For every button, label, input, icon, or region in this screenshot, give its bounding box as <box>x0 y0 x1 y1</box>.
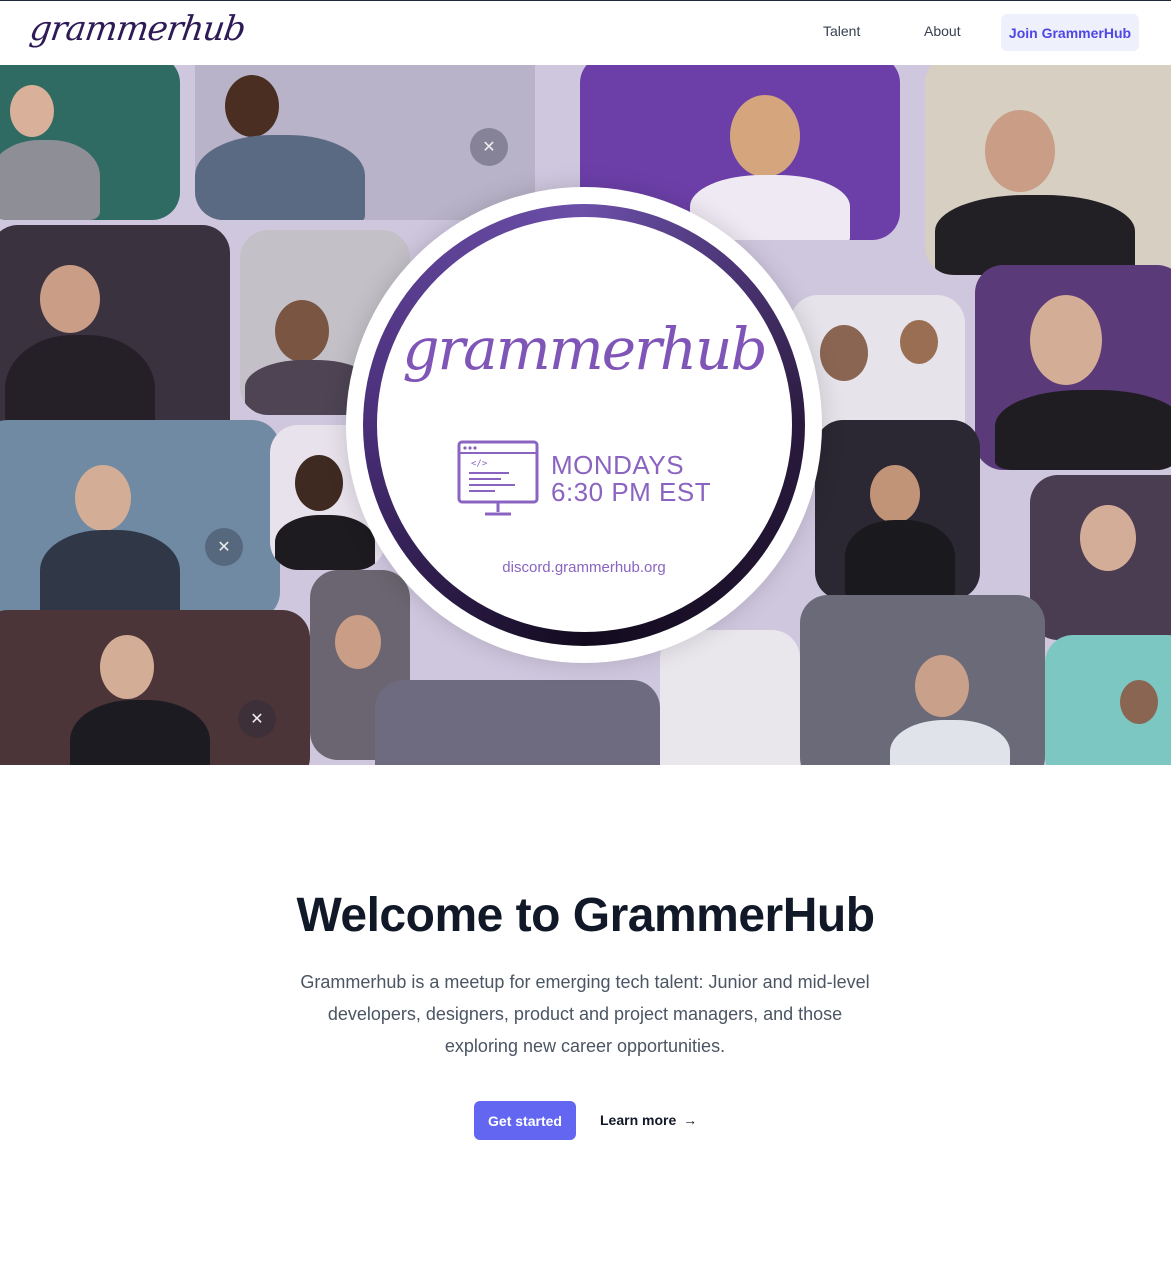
video-tile <box>1030 475 1171 640</box>
schedule-time: 6:30 PM EST <box>551 477 712 507</box>
nav-about-link[interactable]: About <box>924 23 961 39</box>
page-title: Welcome to GrammerHub <box>296 889 875 942</box>
svg-text:</>: </> <box>471 459 488 469</box>
video-tile: ✕ <box>0 610 310 765</box>
arrow-right-icon: → <box>683 1112 698 1128</box>
learn-more-label: Learn more <box>600 1112 677 1128</box>
muted-mic-icon: ✕ <box>238 700 276 738</box>
site-logo[interactable]: grammerhub <box>27 9 247 49</box>
video-tile <box>1045 635 1171 765</box>
video-tile: ✕ <box>195 65 535 220</box>
muted-mic-icon: ✕ <box>470 128 508 166</box>
video-tile <box>800 595 1045 765</box>
code-monitor-icon: </> <box>457 440 539 516</box>
join-grammerhub-button[interactable]: Join GrammerHub <box>1001 14 1139 51</box>
nav-talent-link[interactable]: Talent <box>823 23 860 39</box>
hero-image: ✕ ✕ ✕ grammerhub </> MONDAYS 6:30 PM EST… <box>0 65 1171 765</box>
get-started-button[interactable]: Get started <box>474 1101 576 1140</box>
intro-text: Grammerhub is a meetup for emerging tech… <box>300 972 870 1056</box>
video-tile <box>0 65 180 220</box>
learn-more-link[interactable]: Learn more → <box>600 1112 697 1128</box>
schedule-day: MONDAYS <box>551 450 685 480</box>
video-tile <box>925 65 1171 275</box>
badge-logo: grammerhub <box>402 315 767 383</box>
video-tile <box>815 420 980 600</box>
site-header: grammerhub Talent About Join GrammerHub <box>0 1 1171 65</box>
video-tile: ✕ <box>0 420 280 620</box>
muted-mic-icon: ✕ <box>205 528 243 566</box>
video-tile <box>660 630 800 765</box>
video-tile <box>375 680 660 765</box>
video-tile <box>975 265 1171 470</box>
meetup-schedule: MONDAYS 6:30 PM EST <box>551 452 711 506</box>
discord-url: discord.grammerhub.org <box>502 559 666 576</box>
